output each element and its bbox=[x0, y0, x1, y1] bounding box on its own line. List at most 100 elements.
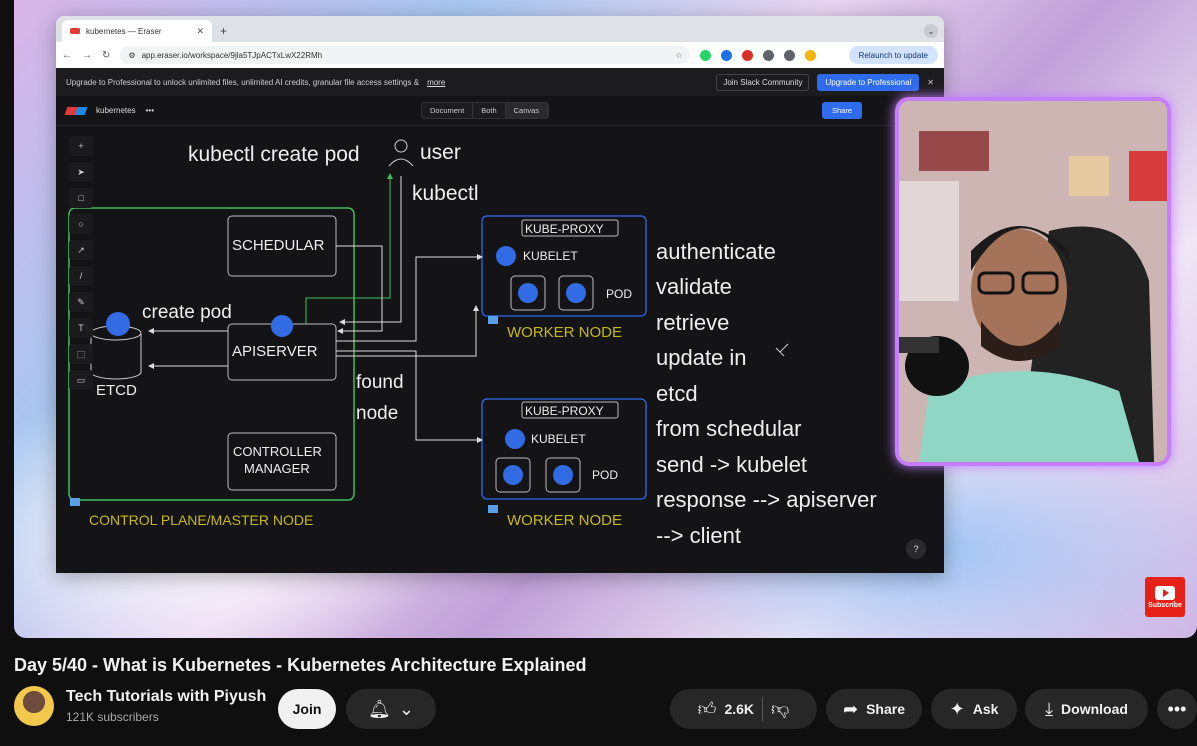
comment-icon[interactable]: ▭ bbox=[69, 370, 93, 390]
site-info-icon[interactable]: ⚙ bbox=[128, 51, 135, 60]
rectangle-icon[interactable]: □ bbox=[69, 188, 93, 208]
canvas-toolbar: + ➤ □ ○ ↗ / ✎ T ⬚ ▭ bbox=[68, 136, 94, 390]
step-text: authenticate bbox=[656, 239, 776, 264]
help-button[interactable]: ? bbox=[906, 539, 926, 559]
address-bar-row: ← → ↻ ⚙ app.eraser.io/workspace/9jla5TJp… bbox=[56, 42, 944, 68]
ask-label: Ask bbox=[972, 701, 999, 717]
line-icon[interactable]: / bbox=[69, 266, 93, 286]
profile-icon[interactable] bbox=[805, 49, 817, 61]
banner-text: Upgrade to Professional to unlock unlimi… bbox=[66, 77, 420, 87]
forward-icon[interactable]: → bbox=[82, 50, 92, 61]
step-text: from schedular bbox=[656, 416, 802, 441]
ask-button[interactable]: ✦ Ask bbox=[931, 689, 1017, 729]
kubectl-label: kubectl bbox=[412, 182, 479, 205]
apiserver-label: APISERVER bbox=[232, 343, 318, 360]
pen-icon[interactable]: ✎ bbox=[69, 292, 93, 312]
step-text: validate bbox=[656, 274, 732, 299]
step-text: etcd bbox=[656, 381, 698, 406]
more-link[interactable]: more bbox=[427, 78, 445, 87]
presenter-image bbox=[899, 101, 1167, 462]
channel-name[interactable]: Tech Tutorials with Piyush bbox=[66, 688, 266, 706]
like-dislike-group: 👍︎ 2.6K 👎︎ bbox=[670, 689, 817, 729]
circle-icon[interactable]: ○ bbox=[69, 214, 93, 234]
reload-icon[interactable]: ↻ bbox=[102, 50, 110, 61]
arrow-icon[interactable]: ↗ bbox=[69, 240, 93, 260]
youtube-play-icon bbox=[1155, 585, 1175, 600]
thumbs-down-icon[interactable]: 👎︎ bbox=[771, 698, 789, 720]
channel-avatar[interactable] bbox=[14, 686, 54, 726]
kubelet-label-1: KUBELET bbox=[523, 249, 578, 263]
text-icon[interactable]: T bbox=[69, 318, 93, 338]
eraser-share-button[interactable]: Share bbox=[822, 102, 863, 119]
frame-icon[interactable]: ⬚ bbox=[69, 344, 93, 364]
notification-bell-button[interactable]: 🔔︎ ⌄ bbox=[346, 689, 436, 729]
eraser-header: kubernetes ••• Document Both Canvas Shar… bbox=[56, 96, 944, 126]
select-cursor-icon[interactable]: ➤ bbox=[69, 162, 93, 182]
back-icon[interactable]: ← bbox=[62, 50, 72, 61]
extension-icon[interactable] bbox=[721, 49, 733, 61]
file-name[interactable]: kubernetes bbox=[96, 106, 136, 115]
extension-icon[interactable] bbox=[742, 49, 754, 61]
step-text: response --> apiserver bbox=[656, 487, 877, 512]
video-player[interactable]: kubernetes — Eraser ✕ + ⌄ ← → ↻ ⚙ app.er… bbox=[14, 0, 1197, 638]
subscribe-watermark[interactable]: Subscribe bbox=[1145, 577, 1185, 617]
manager-label: MANAGER bbox=[244, 461, 310, 476]
kubernetes-icon bbox=[106, 312, 130, 336]
add-icon[interactable]: + bbox=[69, 136, 93, 156]
thumbs-up-icon[interactable]: 👍︎ bbox=[698, 698, 717, 720]
relaunch-button[interactable]: Relaunch to update bbox=[848, 46, 938, 64]
subscriber-count: 121K subscribers bbox=[66, 710, 159, 724]
user-label: user bbox=[420, 141, 461, 164]
eraser-favicon-icon bbox=[70, 28, 80, 34]
like-count[interactable]: 2.6K bbox=[724, 701, 754, 717]
tab-both[interactable]: Both bbox=[473, 103, 506, 118]
puzzle-icon[interactable] bbox=[784, 49, 796, 61]
whatsapp-extension-icon[interactable] bbox=[700, 49, 712, 61]
node-label: node bbox=[356, 403, 398, 424]
step-text: send -> kubelet bbox=[656, 452, 807, 477]
etcd-label: ETCD bbox=[96, 382, 137, 399]
extension-icon[interactable] bbox=[763, 49, 775, 61]
pod-icon bbox=[518, 283, 538, 303]
kubernetes-icon bbox=[496, 246, 516, 266]
pod-icon bbox=[566, 283, 586, 303]
new-tab-icon[interactable]: + bbox=[220, 24, 227, 38]
more-options-icon[interactable]: ••• bbox=[146, 106, 154, 115]
more-actions-button[interactable]: ••• bbox=[1157, 689, 1197, 729]
kubernetes-icon bbox=[505, 429, 525, 449]
close-tab-icon[interactable]: ✕ bbox=[196, 26, 204, 37]
close-banner-icon[interactable]: ✕ bbox=[927, 78, 934, 87]
architecture-diagram: kubectl create pod user kubectl create p… bbox=[68, 139, 877, 548]
tab-search-icon[interactable]: ⌄ bbox=[924, 24, 938, 38]
join-slack-button[interactable]: Join Slack Community bbox=[716, 73, 810, 91]
worker-node-label-2: WORKER NODE bbox=[507, 512, 622, 529]
divider bbox=[762, 697, 764, 721]
pod-icon bbox=[553, 465, 573, 485]
diagram-canvas[interactable]: kubectl create pod user kubectl create p… bbox=[56, 126, 944, 573]
browser-window: kubernetes — Eraser ✕ + ⌄ ← → ↻ ⚙ app.er… bbox=[56, 16, 944, 573]
share-label: Share bbox=[866, 701, 905, 717]
kubelet-label-2: KUBELET bbox=[531, 432, 586, 446]
webcam-overlay bbox=[895, 97, 1171, 466]
subscribe-label: Subscribe bbox=[1148, 601, 1182, 609]
tab-document[interactable]: Document bbox=[422, 103, 474, 118]
join-button[interactable]: Join bbox=[278, 689, 336, 729]
create-pod-label: create pod bbox=[142, 302, 232, 323]
chevron-down-icon: ⌄ bbox=[398, 698, 414, 719]
kubernetes-icon bbox=[271, 315, 293, 337]
share-button[interactable]: ➦ Share bbox=[826, 689, 922, 729]
video-title: Day 5/40 - What is Kubernetes - Kubernet… bbox=[14, 655, 587, 675]
tab-bar: kubernetes — Eraser ✕ + ⌄ bbox=[56, 16, 944, 42]
user-icon bbox=[394, 139, 408, 153]
kube-proxy-label-2: KUBE-PROXY bbox=[525, 404, 604, 418]
step-text: retrieve bbox=[656, 310, 729, 335]
url-field[interactable]: ⚙ app.eraser.io/workspace/9jla5TJpACTxLw… bbox=[120, 46, 691, 64]
bell-icon: 🔔︎ bbox=[368, 698, 391, 719]
upgrade-button[interactable]: Upgrade to Professional bbox=[817, 73, 920, 91]
download-button[interactable]: ⤓ Download bbox=[1025, 689, 1148, 729]
kube-proxy-label-1: KUBE-PROXY bbox=[525, 222, 604, 236]
pod-label-2: POD bbox=[592, 468, 618, 482]
tab-canvas[interactable]: Canvas bbox=[505, 103, 549, 118]
browser-tab[interactable]: kubernetes — Eraser ✕ bbox=[62, 20, 212, 42]
bookmark-star-icon[interactable]: ☆ bbox=[675, 51, 682, 60]
